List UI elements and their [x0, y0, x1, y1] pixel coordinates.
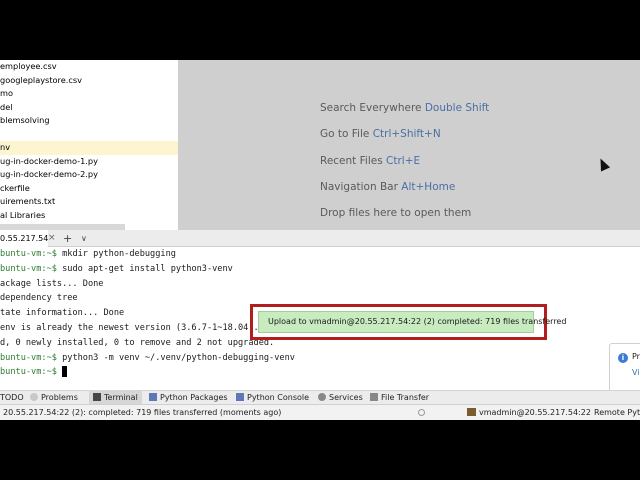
status-bar: 20.55.217.54:22 (2): completed: 719 file…	[0, 404, 640, 420]
tool-todo[interactable]: TODO	[0, 391, 24, 405]
terminal-input-line[interactable]: buntu-vm:~$	[0, 365, 640, 380]
terminal-line: ackage lists... Done	[0, 278, 104, 289]
notification-link[interactable]: Vi	[632, 368, 640, 377]
console-icon	[236, 393, 244, 401]
server-icon	[467, 408, 476, 416]
tool-python-console[interactable]: Python Console	[236, 391, 309, 405]
tree-item[interactable]: googleplaystore.csv	[0, 74, 178, 88]
hint-recent-files: Recent Files Ctrl+E	[320, 155, 421, 167]
project-tree: employee.csv googleplaystore.csv mo del …	[0, 60, 178, 230]
tree-item[interactable]	[0, 128, 178, 142]
tree-item[interactable]: ug-in-docker-demo-1.py	[0, 155, 178, 169]
editor-empty-area[interactable]: Search Everywhere Double Shift Go to Fil…	[178, 60, 640, 230]
text-cursor	[62, 366, 68, 378]
hint-drop-files: Drop files here to open them	[320, 207, 472, 219]
mouse-pointer-icon	[595, 156, 611, 172]
tree-item[interactable]: ckerfile	[0, 182, 178, 196]
status-message[interactable]: 20.55.217.54:22 (2): completed: 719 file…	[3, 405, 281, 420]
tree-item[interactable]: del	[0, 101, 178, 115]
hint-search-everywhere: Search Everywhere Double Shift	[320, 102, 490, 114]
tree-item[interactable]: ug-in-docker-demo-2.py	[0, 168, 178, 182]
upload-toast[interactable]: Upload to vmadmin@20.55.217.54:22 (2) co…	[258, 311, 566, 333]
chevron-down-icon[interactable]: ∨	[81, 230, 87, 247]
packages-icon	[149, 393, 157, 401]
terminal-line: buntu-vm:~$ mkdir python-debugging	[0, 249, 176, 259]
file-transfer-icon	[370, 393, 378, 401]
tree-item[interactable]: al Libraries	[0, 209, 178, 223]
status-interpreter[interactable]: Remote Pyth	[594, 405, 640, 420]
tree-item-selected[interactable]: nv	[0, 141, 178, 155]
tool-window-bar: TODO Problems Terminal Python Packages P…	[0, 390, 640, 405]
tree-item[interactable]: employee.csv	[0, 60, 178, 74]
progress-icon	[418, 409, 425, 416]
status-remote-host[interactable]: vmadmin@20.55.217.54:22	[467, 405, 591, 420]
new-tab-icon[interactable]: +	[63, 230, 72, 247]
tool-file-transfer[interactable]: File Transfer	[370, 391, 429, 405]
terminal-line: buntu-vm:~$ python3 -m venv ~/.venv/pyth…	[0, 352, 295, 363]
tool-services[interactable]: Services	[318, 391, 363, 405]
info-icon: i	[618, 353, 628, 363]
notification-popup[interactable]: i Pr Vi	[609, 343, 640, 393]
hint-go-to-file: Go to File Ctrl+Shift+N	[320, 128, 441, 140]
tool-terminal[interactable]: Terminal	[89, 391, 142, 405]
notification-title: Pr	[632, 352, 640, 361]
ide-window: employee.csv googleplaystore.csv mo del …	[0, 60, 640, 420]
tool-problems[interactable]: Problems	[30, 391, 78, 405]
services-icon	[318, 393, 326, 401]
terminal-icon	[93, 393, 101, 401]
hint-navigation-bar: Navigation Bar Alt+Home	[320, 181, 456, 193]
tree-item[interactable]: blemsolving	[0, 114, 178, 128]
terminal-line: buntu-vm:~$ sudo apt-get install python3…	[0, 263, 233, 274]
close-icon[interactable]: ×	[48, 230, 56, 247]
terminal-tab-bar: 0.55.217.54 × + ∨	[0, 230, 640, 247]
terminal-tab[interactable]: 0.55.217.54	[0, 230, 48, 247]
tree-item[interactable]: mo	[0, 87, 178, 101]
tree-item[interactable]: uirements.txt	[0, 195, 178, 209]
problems-icon	[30, 393, 38, 401]
tool-python-packages[interactable]: Python Packages	[149, 391, 228, 405]
